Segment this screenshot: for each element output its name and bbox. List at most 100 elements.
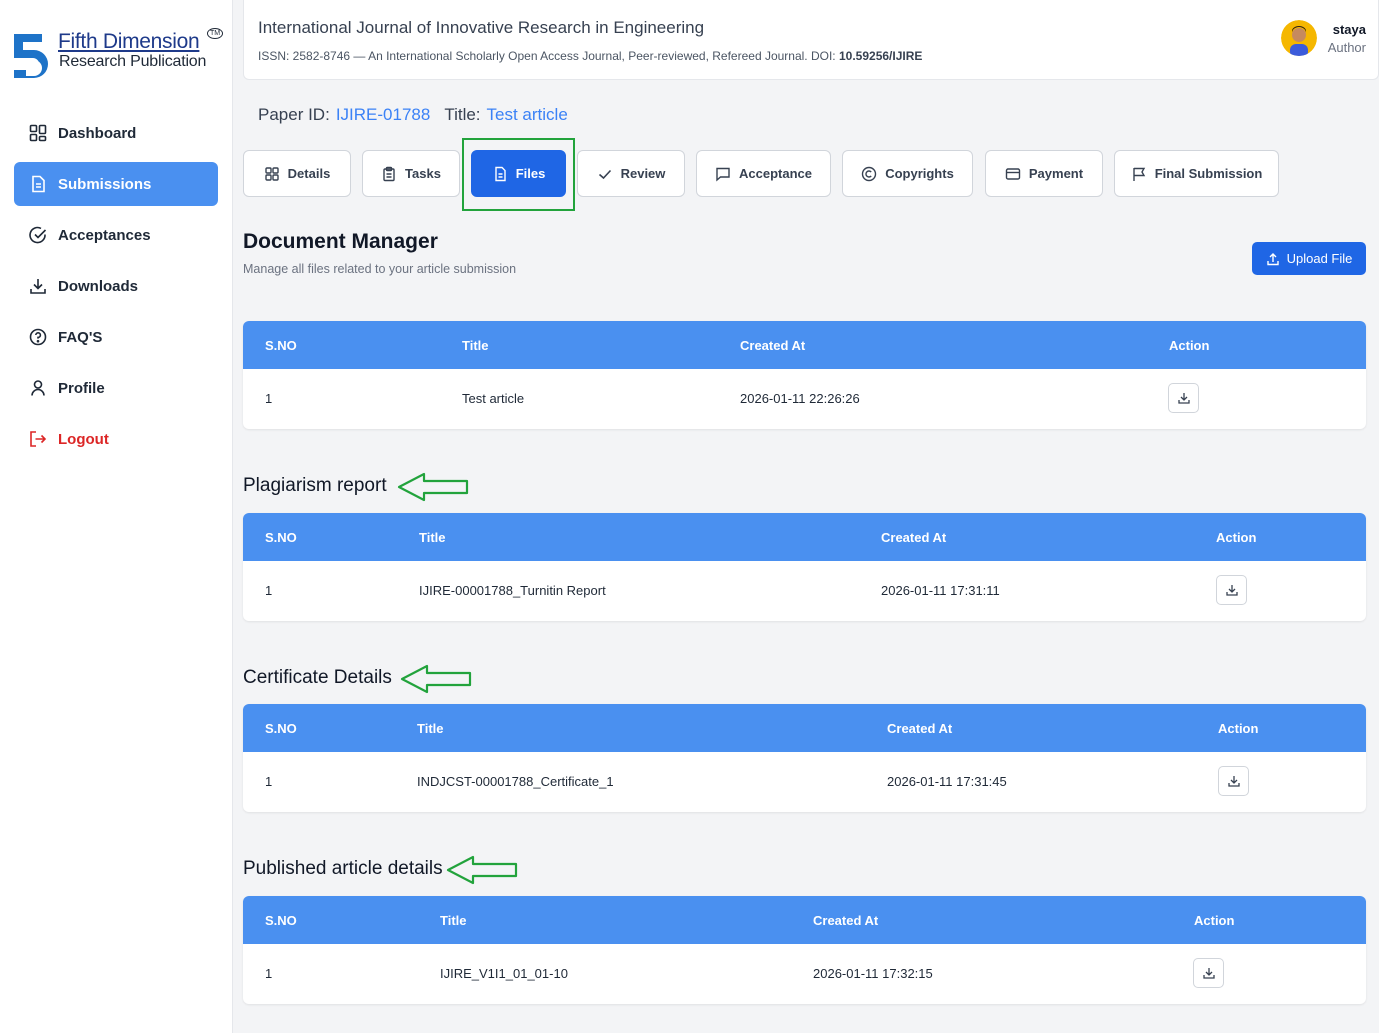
message-icon	[715, 166, 731, 182]
tab-label: Review	[620, 166, 666, 181]
cell-sno: 1	[265, 391, 273, 406]
page-title: Document Manager	[243, 230, 438, 253]
cell-sno: 1	[265, 774, 273, 789]
avatar[interactable]	[1281, 20, 1317, 56]
column-header-action: Action	[1194, 913, 1235, 928]
column-header-sno: S.NO	[265, 530, 297, 545]
paper-id-label: Paper ID:	[258, 105, 330, 124]
cell-title: Test article	[462, 391, 525, 406]
cell-sno: 1	[265, 966, 273, 981]
download-icon	[1202, 968, 1215, 979]
column-header-title: Title	[440, 913, 467, 928]
column-header-action: Action	[1216, 530, 1257, 545]
sidebar-item-acceptances[interactable]: Acceptances	[14, 213, 218, 257]
cell-title: IJIRE_V1I1_01_01-10	[440, 966, 568, 981]
tab-label: Final Submission	[1154, 166, 1263, 181]
table-header: S.NO Title Created At Action	[243, 896, 1366, 944]
tab-label: Tasks	[405, 166, 441, 181]
column-header-title: Title	[417, 721, 444, 736]
sidebar-item-logout[interactable]: Logout	[14, 417, 218, 461]
column-header-created-at: Created At	[740, 338, 806, 353]
paper-title-label: Title:	[444, 105, 481, 124]
column-header-title: Title	[462, 338, 489, 353]
credit-card-icon	[1005, 166, 1021, 182]
paper-info: Paper ID: IJIRE-01788 Title: Test article	[258, 105, 568, 125]
section-title-certificate: Certificate Details	[243, 667, 392, 688]
check-circle-icon	[28, 225, 48, 245]
annotation-arrow-icon	[446, 855, 518, 885]
sidebar-item-label: Logout	[58, 430, 109, 448]
tab-details[interactable]: Details	[243, 150, 351, 197]
plagiarism-table: S.NO Title Created At Action 1 IJIRE-000…	[243, 513, 1366, 621]
section-title-plagiarism: Plagiarism report	[243, 475, 387, 496]
tab-label: Details	[287, 166, 331, 181]
column-header-sno: S.NO	[265, 913, 297, 928]
clipboard-icon	[381, 166, 397, 182]
brand-logo[interactable]: Fifth Dimension Research Publication TM	[12, 28, 227, 82]
document-icon	[28, 174, 48, 194]
published-table: S.NO Title Created At Action 1 IJIRE_V1I…	[243, 896, 1366, 1004]
journal-header: International Journal of Innovative Rese…	[243, 0, 1379, 80]
user-info[interactable]: staya Author	[1328, 22, 1366, 55]
download-button[interactable]	[1216, 575, 1247, 605]
user-icon	[28, 378, 48, 398]
upload-icon	[1266, 252, 1280, 266]
column-header-action: Action	[1169, 338, 1210, 353]
journal-doi: 10.59256/IJIRE	[838, 49, 923, 63]
sidebar-item-downloads[interactable]: Downloads	[14, 264, 218, 308]
sidebar-item-label: FAQ'S	[58, 328, 103, 346]
column-header-title: Title	[419, 530, 446, 545]
download-button[interactable]	[1218, 766, 1249, 796]
download-icon	[1177, 393, 1190, 404]
annotation-arrow-icon	[397, 472, 469, 502]
page-subtitle: Manage all files related to your article…	[243, 262, 517, 276]
paper-id-value: IJIRE-01788	[335, 105, 431, 124]
table-row: 1 INDJCST-00001788_Certificate_1 2026-01…	[243, 752, 1366, 812]
tab-tasks[interactable]: Tasks	[362, 150, 460, 197]
table-row: 1 Test article 2026-01-11 22:26:26	[243, 369, 1366, 429]
table-header: S.NO Title Created At Action	[243, 321, 1366, 369]
column-header-created-at: Created At	[813, 913, 879, 928]
brand-tagline: Research Publication	[59, 53, 207, 70]
upload-file-button[interactable]: Upload File	[1252, 242, 1366, 275]
tab-copyrights[interactable]: Copyrights	[842, 150, 973, 197]
cell-created-at: 2026-01-11 17:31:45	[887, 774, 1007, 789]
tab-payment[interactable]: Payment	[985, 150, 1103, 197]
table-header: S.NO Title Created At Action	[243, 704, 1366, 752]
sidebar-item-faqs[interactable]: FAQ'S	[14, 315, 218, 359]
dashboard-grid-icon	[28, 123, 48, 143]
download-button[interactable]	[1193, 958, 1224, 988]
tab-label: Copyrights	[885, 166, 954, 181]
user-role: Author	[1327, 40, 1366, 55]
column-header-sno: S.NO	[265, 338, 297, 353]
tab-acceptance[interactable]: Acceptance	[696, 150, 831, 197]
download-icon	[1225, 585, 1238, 596]
column-header-action: Action	[1218, 721, 1259, 736]
help-circle-icon	[28, 327, 48, 347]
paper-title-value: Test article	[486, 105, 568, 124]
tab-final-submission[interactable]: Final Submission	[1114, 150, 1279, 197]
files-table: S.NO Title Created At Action 1 Test arti…	[243, 321, 1366, 429]
table-row: 1 IJIRE_V1I1_01_01-10 2026-01-11 17:32:1…	[243, 944, 1366, 1004]
sidebar-item-label: Downloads	[58, 277, 139, 295]
download-button[interactable]	[1168, 383, 1199, 413]
sidebar-item-dashboard[interactable]: Dashboard	[14, 111, 218, 155]
sidebar-item-profile[interactable]: Profile	[14, 366, 218, 410]
section-title-published: Published article details	[243, 858, 443, 879]
sidebar-item-submissions[interactable]: Submissions	[14, 162, 218, 206]
check-icon	[597, 166, 613, 182]
annotation-arrow-icon	[400, 664, 472, 694]
tab-review[interactable]: Review	[577, 150, 685, 197]
column-header-created-at: Created At	[881, 530, 947, 545]
table-row: 1 IJIRE-00001788_Turnitin Report 2026-01…	[243, 561, 1366, 621]
sidebar-item-label: Profile	[58, 379, 105, 397]
certificate-table: S.NO Title Created At Action 1 INDJCST-0…	[243, 704, 1366, 812]
download-icon	[1227, 776, 1240, 787]
table-header: S.NO Title Created At Action	[243, 513, 1366, 561]
journal-subtitle: ISSN: 2582-8746 — An International Schol…	[258, 49, 922, 63]
sidebar-item-label: Dashboard	[58, 124, 137, 142]
journal-title: International Journal of Innovative Rese…	[258, 18, 705, 37]
cell-created-at: 2026-01-11 17:32:15	[813, 966, 933, 981]
column-header-created-at: Created At	[887, 721, 953, 736]
logo-mark-icon	[14, 34, 48, 78]
